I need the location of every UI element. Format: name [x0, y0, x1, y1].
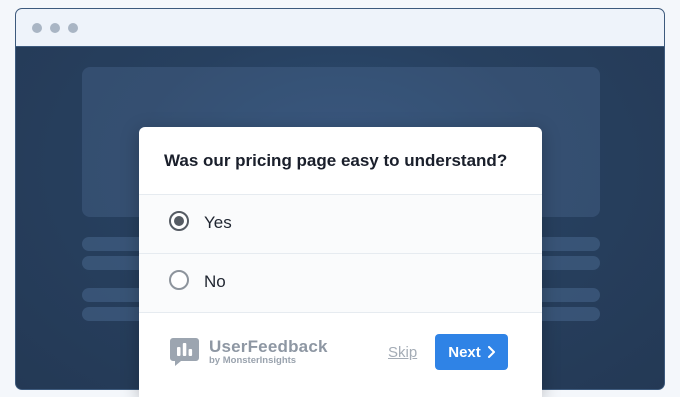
- radio-checked-icon[interactable]: [169, 211, 189, 231]
- window-dot-icon: [68, 23, 78, 33]
- next-button-label: Next: [448, 343, 481, 361]
- window-dot-icon: [50, 23, 60, 33]
- survey-options: Yes No: [139, 194, 542, 313]
- next-button[interactable]: Next: [435, 334, 508, 370]
- chevron-right-icon: [487, 346, 495, 358]
- survey-question: Was our pricing page easy to understand?: [164, 151, 508, 170]
- option-no[interactable]: No: [139, 254, 542, 312]
- option-label: Yes: [204, 213, 232, 232]
- userfeedback-logo-icon: [169, 336, 200, 367]
- radio-unchecked-icon[interactable]: [169, 270, 189, 290]
- browser-titlebar: [16, 9, 664, 47]
- option-yes[interactable]: Yes: [139, 195, 542, 254]
- option-label: No: [204, 272, 226, 291]
- brand-name: UserFeedback: [209, 337, 328, 356]
- brand-subtitle: by MonsterInsights: [209, 355, 297, 366]
- window-dot-icon: [32, 23, 42, 33]
- survey-footer: UserFeedback by MonsterInsights Skip Nex…: [139, 312, 542, 397]
- skip-link[interactable]: Skip: [388, 344, 417, 361]
- survey-popup: Was our pricing page easy to understand?…: [139, 127, 542, 397]
